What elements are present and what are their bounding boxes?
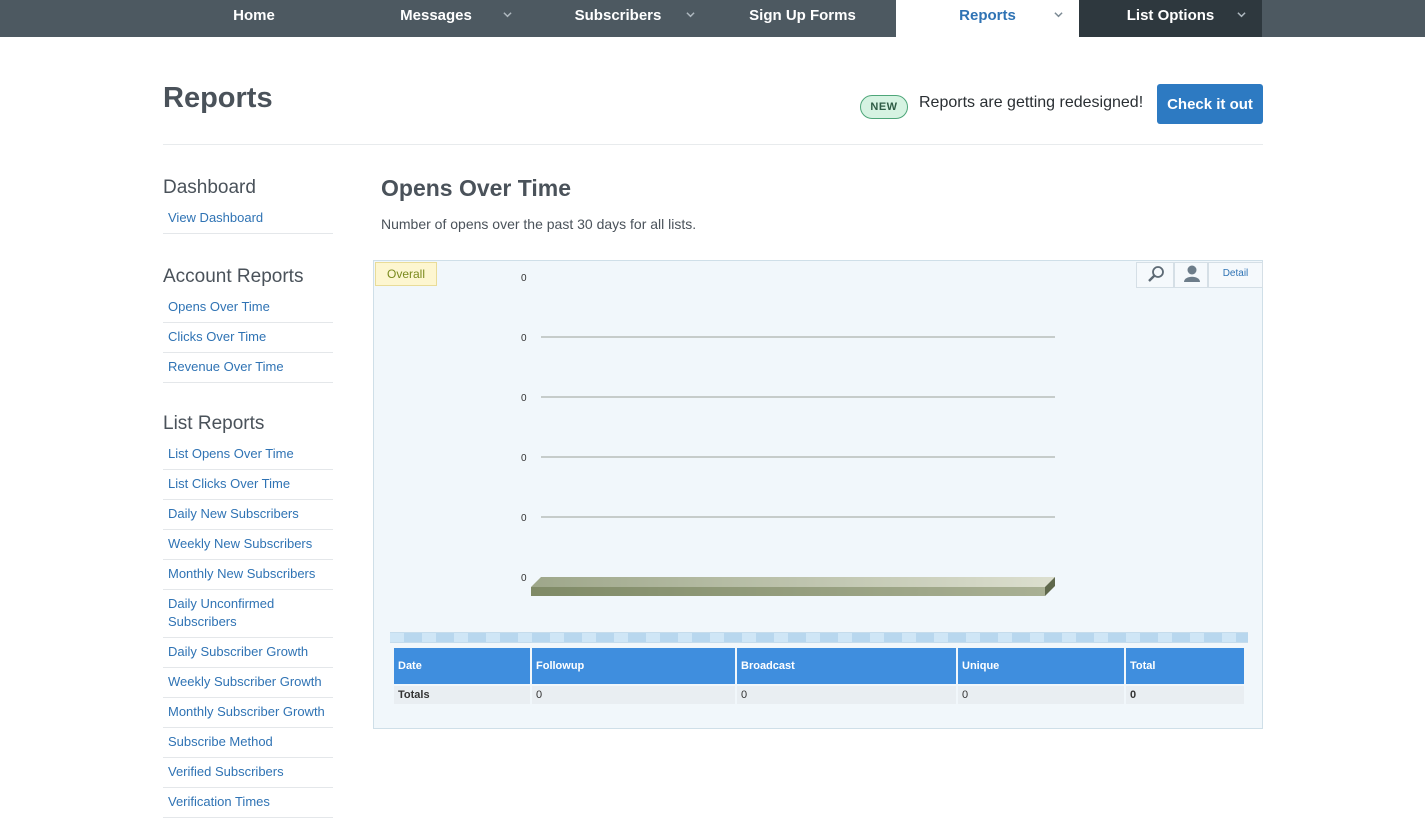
sidebar-item-weekly-subscriber-growth[interactable]: Weekly Subscriber Growth <box>163 668 333 698</box>
column-header-broadcast[interactable]: Broadcast <box>737 648 956 684</box>
report-description: Number of opens over the past 30 days fo… <box>381 216 697 232</box>
nav-list-options-label: List Options <box>1126 7 1215 24</box>
nav-list-options[interactable]: List Options <box>1079 0 1262 37</box>
nav-reports-label: Reports <box>959 7 1016 24</box>
sidebar-heading-dashboard: Dashboard <box>163 177 256 198</box>
nav-home[interactable]: Home <box>163 0 345 37</box>
broadcast-total-cell: 0 <box>737 686 956 704</box>
new-badge: NEW <box>860 95 908 119</box>
column-header-total[interactable]: Total <box>1126 648 1244 684</box>
sidebar-item-clicks-over-time[interactable]: Clicks Over Time <box>163 323 333 353</box>
nav-subscribers-label: Subscribers <box>574 7 662 24</box>
grand-total-cell: 0 <box>1126 686 1244 704</box>
opens-chart: 0 0 0 0 0 0 <box>521 273 1055 596</box>
nav-messages-label: Messages <box>400 7 472 24</box>
header-divider <box>163 144 1263 145</box>
sidebar-item-weekly-new-subscribers[interactable]: Weekly New Subscribers <box>163 530 333 560</box>
chevron-down-icon <box>1237 12 1246 18</box>
sidebar-item-daily-subscriber-growth[interactable]: Daily Subscriber Growth <box>163 638 333 668</box>
sidebar-item-daily-unconfirmed-subscribers[interactable]: Daily Unconfirmed Subscribers <box>163 590 333 638</box>
table-row: Totals 0 0 0 0 <box>394 686 1244 704</box>
sidebar-heading-list-reports: List Reports <box>163 413 265 434</box>
sidebar-item-revenue-over-time[interactable]: Revenue Over Time <box>163 353 333 383</box>
sidebar-heading-account-reports: Account Reports <box>163 266 304 287</box>
sidebar-list-dashboard: View Dashboard <box>163 204 333 234</box>
column-header-unique[interactable]: Unique <box>958 648 1124 684</box>
followup-total-cell: 0 <box>532 686 735 704</box>
sidebar-item-opens-over-time[interactable]: Opens Over Time <box>163 293 333 323</box>
report-title: Opens Over Time <box>381 175 572 201</box>
page-title: Reports <box>163 82 273 114</box>
column-header-date[interactable]: Date <box>394 648 530 684</box>
chart-range-scroller[interactable] <box>390 632 1248 643</box>
y-tick-label: 0 <box>521 393 527 404</box>
sidebar-item-verification-times[interactable]: Verification Times <box>163 788 333 818</box>
nav-messages[interactable]: Messages <box>345 0 527 37</box>
y-tick-label: 0 <box>521 453 527 464</box>
table-header-row: Date Followup Broadcast Unique Total <box>394 648 1244 684</box>
y-tick-label: 0 <box>521 513 527 524</box>
sidebar-item-verified-subscribers[interactable]: Verified Subscribers <box>163 758 333 788</box>
sidebar-item-monthly-subscriber-growth[interactable]: Monthly Subscriber Growth <box>163 698 333 728</box>
sidebar-item-list-opens-over-time[interactable]: List Opens Over Time <box>163 440 333 470</box>
y-tick-label: 0 <box>521 273 527 284</box>
top-navigation: Home Messages Subscribers Sign Up Forms … <box>0 0 1425 37</box>
chart-panel: Overall Detail 000000 Date Followup Broa… <box>373 260 1263 729</box>
redesign-announcement: Reports are getting redesigned! <box>919 94 1144 111</box>
sidebar-list-list-reports: List Opens Over Time List Clicks Over Ti… <box>163 440 333 818</box>
chevron-down-icon <box>1054 12 1063 18</box>
nav-subscribers[interactable]: Subscribers <box>527 0 709 37</box>
sidebar-item-daily-new-subscribers[interactable]: Daily New Subscribers <box>163 500 333 530</box>
chart-floor-top <box>531 577 1055 587</box>
sidebar-item-view-dashboard[interactable]: View Dashboard <box>163 204 333 234</box>
y-tick-label: 0 <box>521 573 527 584</box>
sidebar-item-list-clicks-over-time[interactable]: List Clicks Over Time <box>163 470 333 500</box>
nav-sign-up-forms-label: Sign Up Forms <box>749 7 856 24</box>
sidebar-list-account-reports: Opens Over Time Clicks Over Time Revenue… <box>163 293 333 383</box>
chevron-down-icon <box>686 12 695 18</box>
sidebar-item-subscribe-method[interactable]: Subscribe Method <box>163 728 333 758</box>
y-tick-label: 0 <box>521 333 527 344</box>
column-header-followup[interactable]: Followup <box>532 648 735 684</box>
chart-floor-front <box>531 587 1045 596</box>
check-it-out-button[interactable]: Check it out <box>1157 84 1263 124</box>
chevron-down-icon <box>503 12 512 18</box>
nav-sign-up-forms[interactable]: Sign Up Forms <box>709 0 896 37</box>
opens-data-table: Date Followup Broadcast Unique Total Tot… <box>392 646 1246 706</box>
unique-total-cell: 0 <box>958 686 1124 704</box>
nav-home-label: Home <box>233 7 275 24</box>
nav-reports[interactable]: Reports <box>896 0 1079 37</box>
sidebar-item-monthly-new-subscribers[interactable]: Monthly New Subscribers <box>163 560 333 590</box>
totals-label-cell: Totals <box>394 686 530 704</box>
